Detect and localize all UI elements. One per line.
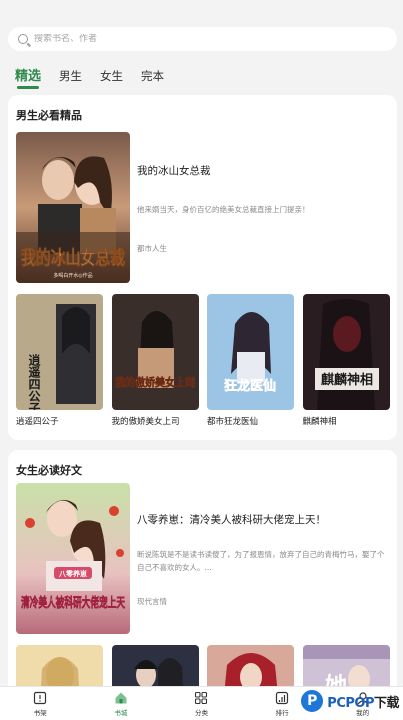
nav-label: 书城 [114,708,128,717]
book-item[interactable]: 我的傲娇美女上司 我的傲娇美女上司 [111,294,199,427]
svg-text:我的冰山女总裁: 我的冰山女总裁 [21,246,125,269]
nav-bookshelf[interactable]: 书架 [0,687,81,720]
bookstore-icon [115,692,127,703]
book-item[interactable]: 麒麟神相 麒麟神相 [302,294,390,427]
nav-category[interactable]: 分类 [161,687,242,720]
book-item[interactable]: 狂龙医仙 都市狂龙医仙 [207,294,294,427]
watermark-text: PCPOP下载 [327,695,399,711]
search-input[interactable] [34,34,334,44]
nav-bookstore[interactable]: 书城 [81,687,162,720]
featured-book-cover[interactable]: 我的冰山女总裁 多喝白开水◎作品 [16,132,130,283]
book-cover: 狂龙医仙 [207,294,294,410]
section-title: 男生必看精品 [16,109,82,122]
book-grid: 逍遥四公子 逍遥四公子 我的傲娇美女上司 我的傲娇美女上司 狂龙医仙 都市狂龙医… [16,294,398,427]
category-icon [195,691,208,704]
featured-book-title[interactable]: 八零养崽：清冷美人被科研大佬宠上天！ [137,512,326,527]
nav-label: 排行 [275,708,289,717]
category-tabs: 精选 男生 女生 完本 [15,64,182,89]
svg-text:多喝白开水◎作品: 多喝白开水◎作品 [53,272,92,279]
search-icon [18,34,28,44]
featured-book-cover[interactable]: 八零养崽 清冷美人被科研大佬宠上天 [16,483,130,634]
book-cover: 逍遥四公子 [16,294,103,410]
featured-book-title[interactable]: 我的冰山女总裁 [137,163,211,178]
cover-art: 八零养崽 清冷美人被科研大佬宠上天 [16,483,130,634]
svg-text:麒麟神相: 麒麟神相 [320,372,372,388]
watermark-logo-icon: P [299,688,326,714]
svg-text:清冷美人被科研大佬宠上天: 清冷美人被科研大佬宠上天 [21,595,126,611]
tab-completed[interactable]: 完本 [141,68,164,84]
tab-male[interactable]: 男生 [59,68,82,84]
book-cover: 我的傲娇美女上司 [111,294,199,410]
svg-text:八零养崽: 八零养崽 [58,569,87,578]
book-item[interactable]: 逍遥四公子 逍遥四公子 [16,294,103,427]
featured-book-desc: 断说陈筑是不是读书读傻了，为了报恩情，放弃了自己的青梅竹马，娶了个自己不喜欢的女… [137,550,385,572]
book-name: 我的傲娇美女上司 [111,417,180,427]
cover-art: 我的冰山女总裁 多喝白开水◎作品 [16,132,130,283]
tab-female[interactable]: 女生 [100,68,123,84]
book-name: 逍遥四公子 [16,417,59,427]
watermark: P PCPOP下载 [299,688,400,714]
bookshelf-icon [34,691,47,704]
svg-text:逍遥四公子: 逍遥四公子 [27,353,41,410]
section-title: 女生必读好文 [16,464,82,477]
tab-featured[interactable]: 精选 [15,65,41,89]
section-female-picks: 女生必读好文 八零养崽 清冷美人被科研大佬宠上天 八零养崽：清冷美人被科研大佬宠… [8,450,397,710]
featured-book-genre: 都市人生 [137,244,167,253]
section-male-picks: 男生必看精品 我的冰山女总裁 多喝白开水◎作品 我的冰山女总裁 他来婿当天，身价… [8,95,397,440]
ranking-icon [275,691,289,704]
search-bar[interactable] [8,27,397,51]
book-cover: 麒麟神相 [302,294,390,410]
book-name: 麒麟神相 [302,417,337,427]
book-name: 都市狂龙医仙 [207,417,259,427]
nav-label: 书架 [33,708,47,717]
svg-text:我的傲娇美女上司: 我的傲娇美女上司 [115,375,195,389]
featured-book-desc: 他来婿当天，身价百亿的绝美女总裁直接上门提亲！ [137,205,310,214]
featured-book-genre: 现代言情 [137,597,167,606]
nav-label: 分类 [194,708,208,717]
svg-text:狂龙医仙: 狂龙医仙 [224,378,276,394]
